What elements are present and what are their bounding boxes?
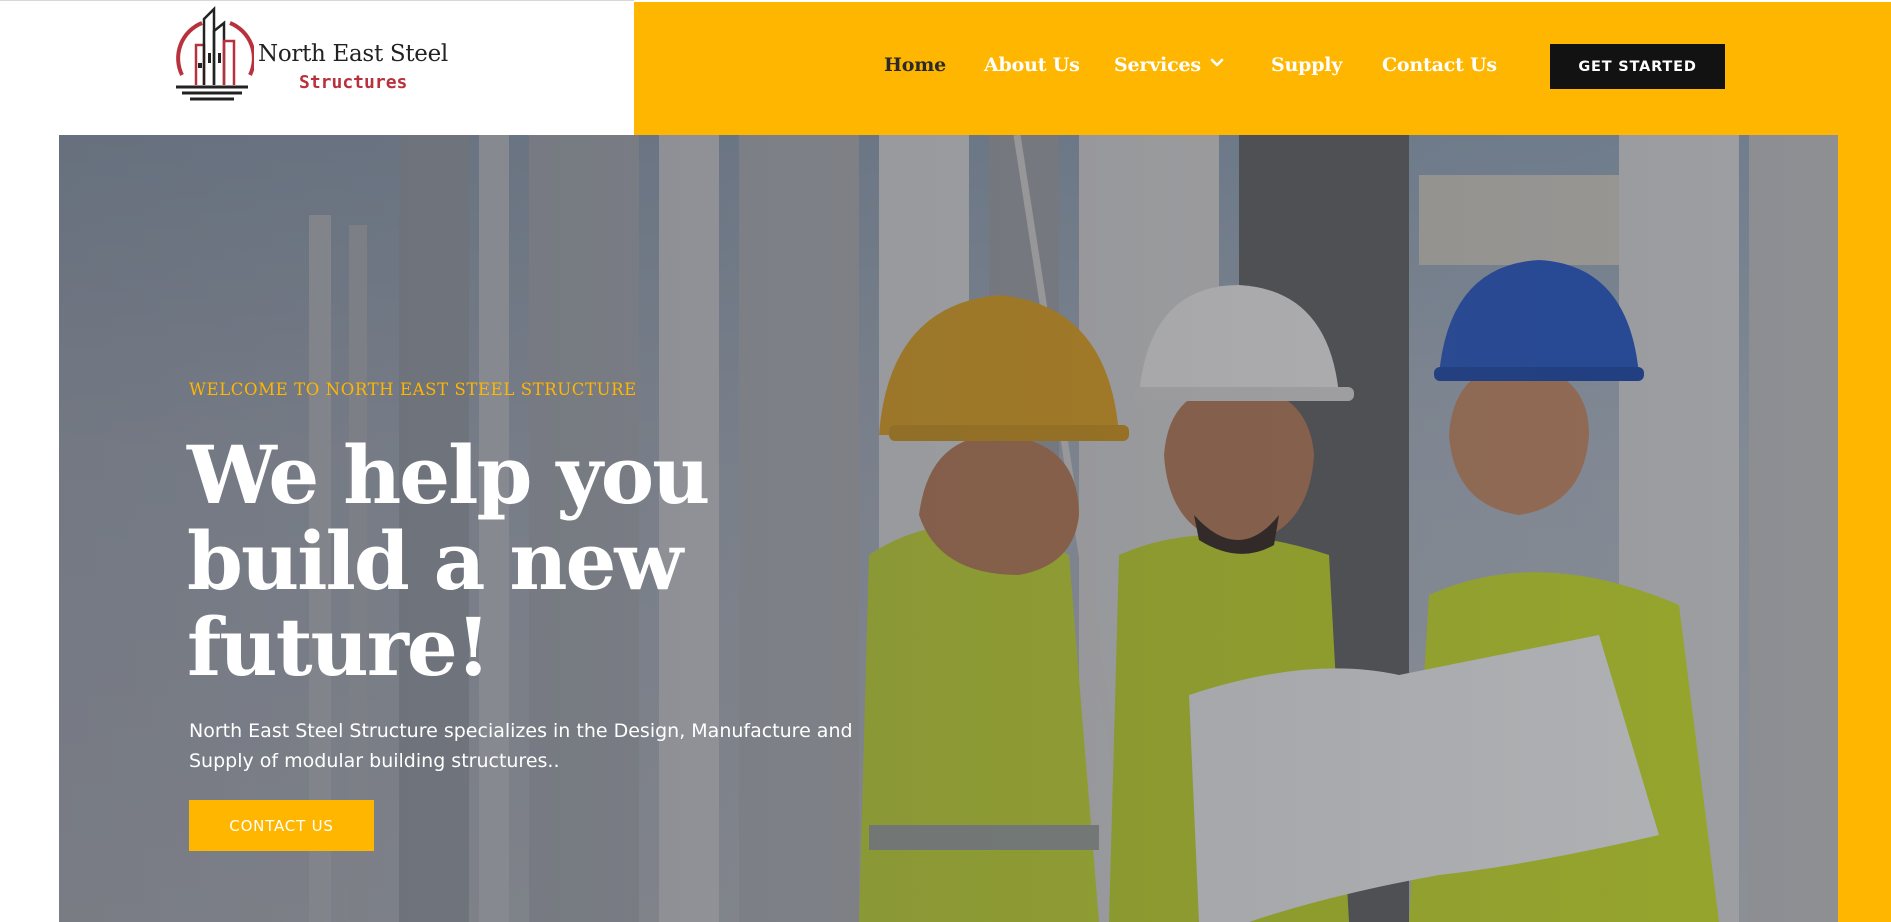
hero-description: North East Steel Structure specializes i… — [189, 720, 853, 772]
nav-contact-us[interactable]: Contact Us — [1382, 54, 1497, 76]
building-logo-icon — [176, 5, 254, 101]
brand-name: North East Steel — [258, 41, 448, 67]
accent-strip — [1838, 135, 1891, 922]
nav-about-us[interactable]: About Us — [984, 54, 1080, 76]
header-brand-area: North East Steel Structures — [0, 0, 634, 136]
chevron-down-icon[interactable] — [1210, 58, 1224, 68]
site-logo[interactable]: North East Steel Structures — [168, 5, 468, 105]
hero-headline: We help you build a new future! — [187, 428, 710, 694]
hero-welcome-text: WELCOME TO NORTH EAST STEEL STRUCTURE — [189, 380, 637, 399]
nav-supply[interactable]: Supply — [1271, 54, 1342, 76]
get-started-button[interactable]: GET STARTED — [1550, 44, 1725, 89]
contact-us-button[interactable]: CONTACT US — [189, 800, 374, 851]
nav-home[interactable]: Home — [884, 54, 946, 76]
brand-subtitle: Structures — [299, 72, 408, 93]
nav-services[interactable]: Services — [1114, 54, 1201, 76]
